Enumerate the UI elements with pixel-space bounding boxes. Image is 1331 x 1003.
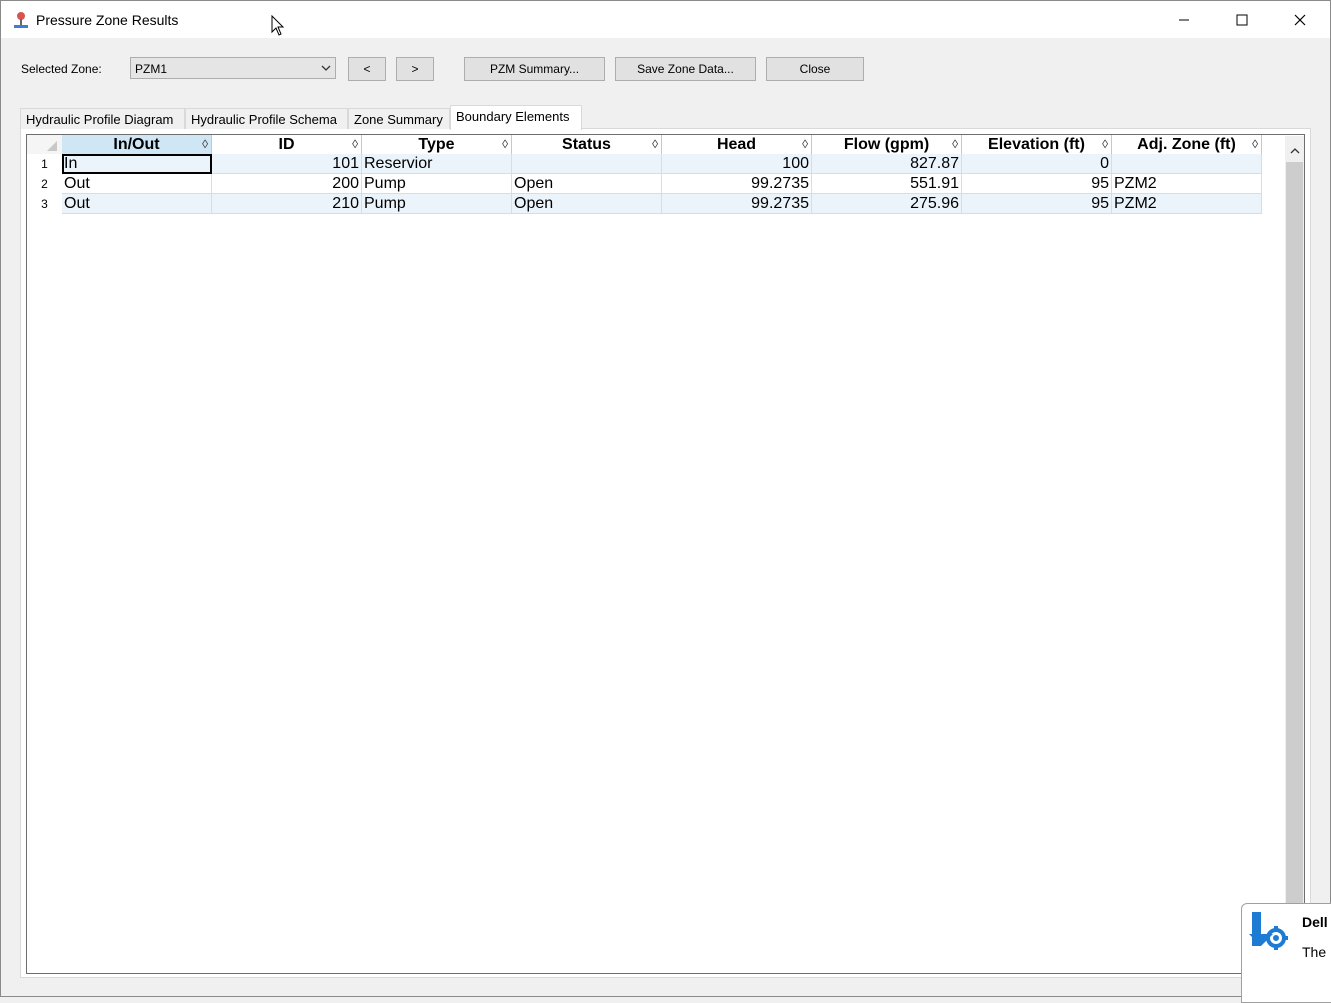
selected-zone-label: Selected Zone:: [21, 62, 102, 76]
tab-zone-summary[interactable]: Zone Summary: [348, 108, 450, 129]
previous-zone-button[interactable]: <: [348, 57, 386, 81]
selected-zone-value: PZM1: [135, 62, 168, 76]
sort-icon: ◊: [502, 137, 508, 151]
cell-elevation[interactable]: 0: [962, 154, 1112, 174]
cell-status[interactable]: Open: [512, 194, 662, 214]
maximize-icon: [1236, 14, 1248, 25]
column-header-in-out[interactable]: In/Out ◊: [62, 135, 212, 154]
column-header-flow[interactable]: Flow (gpm) ◊: [812, 135, 962, 154]
cell-status[interactable]: Open: [512, 174, 662, 194]
cell-type[interactable]: Pump: [362, 174, 512, 194]
next-zone-button[interactable]: >: [396, 57, 434, 81]
scroll-up-button[interactable]: [1285, 141, 1304, 159]
pzm-summary-button[interactable]: PZM Summary...: [464, 57, 605, 81]
title-bar[interactable]: Pressure Zone Results: [1, 1, 1330, 38]
cell-head[interactable]: 100: [662, 154, 812, 174]
cell-type[interactable]: Pump: [362, 194, 512, 214]
cell-in-out[interactable]: Out: [62, 194, 212, 214]
column-header-adj-zone[interactable]: Adj. Zone (ft) ◊: [1112, 135, 1262, 154]
cell-id[interactable]: 200: [212, 174, 362, 194]
sort-icon: ◊: [1102, 137, 1108, 151]
cell-id[interactable]: 210: [212, 194, 362, 214]
minimize-button[interactable]: [1155, 1, 1213, 38]
cell-elevation[interactable]: 95: [962, 174, 1112, 194]
sort-icon: ◊: [352, 137, 358, 151]
sort-icon: ◊: [1252, 137, 1258, 151]
cell-in-out[interactable]: In: [62, 154, 212, 174]
tab-boundary-elements[interactable]: Boundary Elements: [450, 105, 582, 130]
column-header-id[interactable]: ID ◊: [212, 135, 362, 154]
column-header-label: Elevation (ft): [988, 136, 1085, 153]
cell-adj-zone[interactable]: PZM2: [1112, 174, 1262, 194]
pressure-zone-results-window: Pressure Zone Results Selected Zone: PZM…: [0, 0, 1331, 997]
app-icon: [14, 12, 28, 28]
chevron-up-icon: [1290, 147, 1299, 153]
cell-flow[interactable]: 551.91: [812, 174, 962, 194]
chevron-down-icon: [321, 65, 331, 71]
cell-adj-zone[interactable]: PZM2: [1112, 194, 1262, 214]
sort-icon: ◊: [652, 137, 658, 151]
cell-status[interactable]: [512, 154, 662, 174]
cell-elevation[interactable]: 95: [962, 194, 1112, 214]
column-header-label: In/Out: [113, 136, 160, 153]
dell-notification-toast[interactable]: Dell The: [1241, 903, 1331, 1003]
cell-adj-zone[interactable]: [1112, 154, 1262, 174]
save-zone-data-button[interactable]: Save Zone Data...: [615, 57, 756, 81]
close-window-button[interactable]: [1271, 1, 1329, 38]
vertical-scrollbar[interactable]: [1285, 136, 1304, 972]
column-header-label: Type: [418, 136, 455, 153]
boundary-elements-grid[interactable]: In/Out ◊ ID ◊ Type ◊ Status ◊ Head ◊ Flow (gp…: [26, 134, 1305, 974]
cell-head[interactable]: 99.2735: [662, 194, 812, 214]
column-header-label: Adj. Zone (ft): [1137, 136, 1236, 153]
close-button[interactable]: Close: [766, 57, 864, 81]
row-header[interactable]: 2: [27, 174, 62, 194]
mouse-cursor-icon: [271, 15, 285, 36]
sort-icon: ◊: [202, 137, 208, 151]
column-header-head[interactable]: Head ◊: [662, 135, 812, 154]
column-header-label: Status: [562, 136, 611, 153]
maximize-button[interactable]: [1213, 1, 1271, 38]
tab-hydraulic-profile-diagram[interactable]: Hydraulic Profile Diagram: [20, 108, 185, 129]
column-header-label: ID: [278, 136, 295, 153]
grid-corner[interactable]: [27, 135, 62, 154]
cell-id[interactable]: 101: [212, 154, 362, 174]
column-header-type[interactable]: Type ◊: [362, 135, 512, 154]
selected-zone-dropdown[interactable]: PZM1: [130, 57, 336, 79]
cell-flow[interactable]: 275.96: [812, 194, 962, 214]
sort-icon: ◊: [952, 137, 958, 151]
column-header-label: Flow (gpm): [843, 136, 930, 153]
scroll-thumb[interactable]: [1286, 162, 1303, 967]
toast-text: The: [1302, 944, 1327, 960]
close-icon: [1294, 14, 1306, 25]
sort-icon: ◊: [802, 137, 808, 151]
column-header-label: Head: [716, 136, 757, 153]
window-title: Pressure Zone Results: [36, 12, 179, 28]
row-header[interactable]: 3: [27, 194, 62, 214]
dell-support-gear-icon: [1249, 912, 1288, 950]
minimize-icon: [1179, 19, 1189, 20]
cell-in-out[interactable]: Out: [62, 174, 212, 194]
cell-type[interactable]: Reservior: [362, 154, 512, 174]
column-header-elevation[interactable]: Elevation (ft) ◊: [962, 135, 1112, 154]
toast-title: Dell: [1302, 914, 1328, 930]
column-header-status[interactable]: Status ◊: [512, 135, 662, 154]
cell-flow[interactable]: 827.87: [812, 154, 962, 174]
row-header[interactable]: 1: [27, 154, 62, 174]
cell-head[interactable]: 99.2735: [662, 174, 812, 194]
tab-hydraulic-profile-schema[interactable]: Hydraulic Profile Schema: [185, 108, 348, 129]
